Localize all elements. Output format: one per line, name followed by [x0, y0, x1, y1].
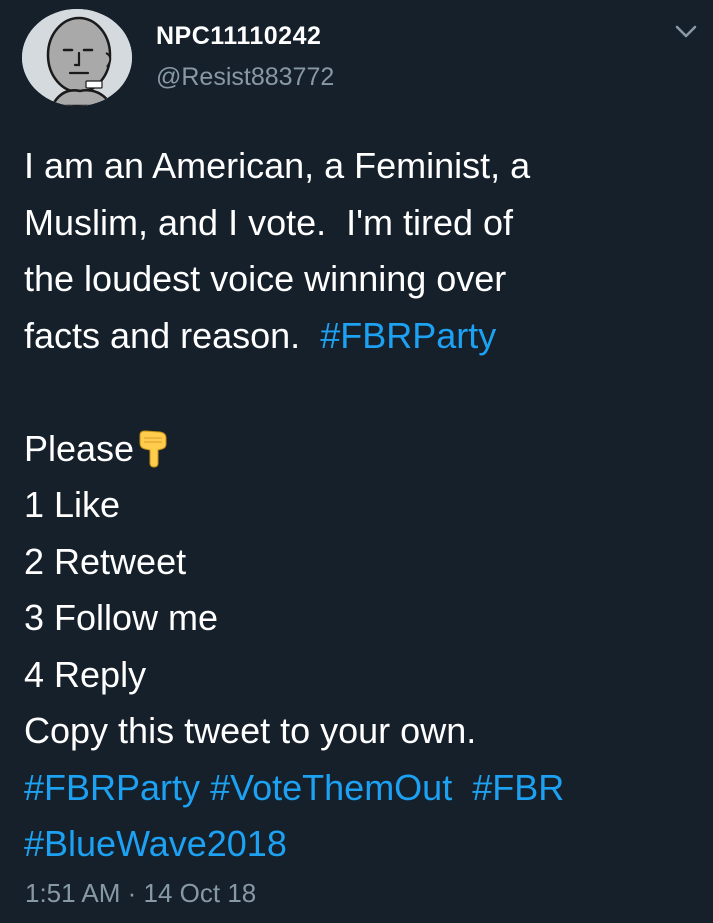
hashtag-link[interactable]: #BlueWave2018 [24, 823, 287, 864]
tweet-text: I am an American, a Feminist, a Muslim, … [24, 138, 694, 873]
pointing-down-hand-icon [136, 429, 172, 486]
author-display-name[interactable]: NPC11110242 [156, 19, 334, 53]
tweet-author[interactable]: NPC11110242 @Resist883772 [156, 19, 334, 94]
npc-face-avatar-icon [22, 9, 132, 106]
tweet-text-line: 4 Reply [24, 653, 147, 695]
tweet-text-line: Muslim, and I vote. I'm tired of [24, 201, 514, 243]
please-text: Please [24, 427, 135, 469]
tweet-text-line: I am an American, a Feminist, a [24, 145, 531, 186]
tweet-text-line: the loudest voice winning over [24, 258, 507, 299]
tweet-text-line: Copy this tweet to your own. [24, 710, 477, 751]
tweet-text-line: 3 Follow me [24, 597, 219, 638]
hashtag-link[interactable]: #FBR [472, 767, 564, 808]
tweet-text-line: 2 Retweet [24, 540, 187, 582]
author-handle[interactable]: @Resist883772 [156, 60, 334, 94]
avatar[interactable] [22, 9, 132, 106]
hashtag-link[interactable]: #FBRParty [24, 767, 200, 808]
hashtag-link[interactable]: #VoteThemOut [210, 767, 452, 808]
tweet-detail: NPC11110242 @Resist883772 I am an Americ… [0, 0, 713, 923]
tweet-text-line: 1 Like [24, 484, 121, 525]
tweet-text-line: facts and reason. #FBRParty [24, 308, 694, 365]
chevron-down-icon [675, 25, 697, 38]
tweet-text-segment: facts and reason. [24, 314, 321, 356]
hashtag-link[interactable]: #FBRParty [320, 315, 496, 356]
tweet-timestamp[interactable]: 1:51 AM · 14 Oct 18 [25, 876, 256, 910]
tweet-text-line: Please [24, 421, 694, 478]
hashtag-line: #FBRParty #VoteThemOut #FBR [24, 760, 694, 817]
hashtag-line: #BlueWave2018 [24, 816, 694, 873]
tweet-menu-button[interactable] [672, 20, 700, 44]
